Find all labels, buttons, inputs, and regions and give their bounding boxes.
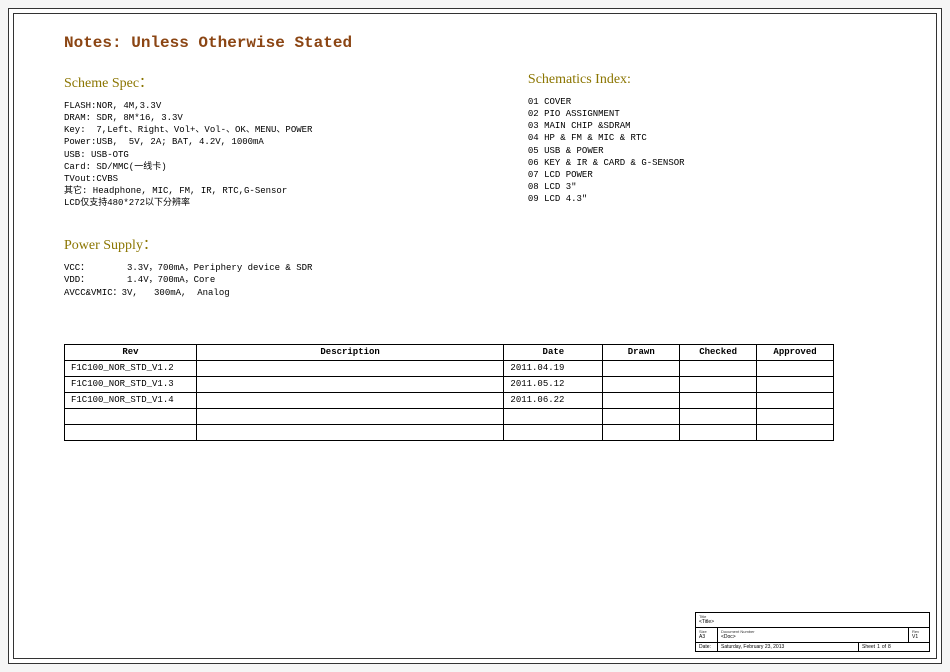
tb-rev: Rev V1	[909, 628, 929, 642]
cell-checked	[680, 424, 757, 440]
header-description: Description	[196, 344, 504, 360]
title-block-row-date: Date: Saturday, February 23, 2013 Sheet …	[696, 643, 929, 652]
tb-date-label-cell: Date:	[696, 643, 718, 652]
power-supply-section: Power Supply： VCC： 3.3V，700mA，Periphery …	[64, 234, 458, 298]
tb-title: Title <Title>	[696, 613, 929, 627]
cell-description	[196, 392, 504, 408]
tb-date-value: Saturday, February 23, 2013	[721, 644, 784, 650]
table-header-row: Rev Description Date Drawn Checked Appro…	[65, 344, 834, 360]
cell-description	[196, 360, 504, 376]
tb-size: Size A3	[696, 628, 718, 642]
tb-sheet-label: Sheet	[862, 644, 875, 651]
cell-drawn	[603, 408, 680, 424]
cell-rev: F1C100_NOR_STD_V1.2	[65, 360, 197, 376]
two-column-layout: Scheme Spec： FLASH:NOR, 4M,3.3V DRAM: SD…	[64, 72, 886, 299]
cell-drawn	[603, 424, 680, 440]
tb-rev-value: V1	[912, 634, 918, 640]
tb-date-value-cell: Saturday, February 23, 2013	[718, 643, 859, 652]
tb-size-value: A3	[699, 634, 705, 640]
header-date: Date	[504, 344, 603, 360]
tb-title-value: <Title>	[699, 619, 714, 625]
revision-table: Rev Description Date Drawn Checked Appro…	[64, 344, 834, 441]
power-supply-text: VCC： 3.3V，700mA，Periphery device & SDR V…	[64, 262, 458, 298]
cell-drawn	[603, 360, 680, 376]
tb-title-label: Title	[699, 614, 926, 619]
inner-frame: Notes: Unless Otherwise Stated Scheme Sp…	[13, 13, 937, 659]
cell-approved	[757, 360, 834, 376]
cell-date	[504, 408, 603, 424]
tb-sheet-cell: Sheet 1 of 8	[859, 643, 929, 652]
cell-date	[504, 424, 603, 440]
cell-approved	[757, 376, 834, 392]
header-approved: Approved	[757, 344, 834, 360]
tb-of-value: 8	[888, 644, 891, 651]
right-column: Schematics Index: 01 COVER 02 PIO ASSIGN…	[498, 72, 886, 299]
table-row	[65, 408, 834, 424]
cell-checked	[680, 360, 757, 376]
cell-approved	[757, 424, 834, 440]
title-block: Title <Title> Size A3 Document Number <D…	[695, 612, 930, 652]
cell-date: 2011.06.22	[504, 392, 603, 408]
content-area: Notes: Unless Otherwise Stated Scheme Sp…	[64, 34, 886, 441]
page-title: Notes: Unless Otherwise Stated	[64, 34, 886, 52]
cell-checked	[680, 376, 757, 392]
schematics-index-header: Schematics Index:	[528, 72, 886, 88]
tb-docnum-value: <Doc>	[721, 634, 736, 640]
title-block-row-doc: Size A3 Document Number <Doc> Rev V1	[696, 628, 929, 643]
tb-docnum: Document Number <Doc>	[718, 628, 909, 642]
tb-of-label: of	[882, 644, 886, 651]
revision-table-body: F1C100_NOR_STD_V1.2 2011.04.19 F1C100_NO…	[65, 360, 834, 440]
left-column: Scheme Spec： FLASH:NOR, 4M,3.3V DRAM: SD…	[64, 72, 458, 299]
header-rev: Rev	[65, 344, 197, 360]
cell-rev	[65, 408, 197, 424]
cell-description	[196, 376, 504, 392]
tb-docnum-label: Document Number	[721, 629, 905, 634]
scheme-spec-text: FLASH:NOR, 4M,3.3V DRAM: SDR, 8M*16, 3.3…	[64, 100, 458, 209]
title-block-row-title: Title <Title>	[696, 613, 929, 628]
tb-sheet-value: 1	[877, 644, 880, 651]
cell-date: 2011.04.19	[504, 360, 603, 376]
header-checked: Checked	[680, 344, 757, 360]
sheet-frame: Notes: Unless Otherwise Stated Scheme Sp…	[8, 8, 942, 664]
cell-drawn	[603, 376, 680, 392]
cell-checked	[680, 408, 757, 424]
cell-drawn	[603, 392, 680, 408]
cell-approved	[757, 392, 834, 408]
table-row: F1C100_NOR_STD_V1.2 2011.04.19	[65, 360, 834, 376]
schematics-index-text: 01 COVER 02 PIO ASSIGNMENT 03 MAIN CHIP …	[528, 96, 886, 205]
cell-rev	[65, 424, 197, 440]
table-row: F1C100_NOR_STD_V1.3 2011.05.12	[65, 376, 834, 392]
cell-description	[196, 408, 504, 424]
cell-rev: F1C100_NOR_STD_V1.4	[65, 392, 197, 408]
header-drawn: Drawn	[603, 344, 680, 360]
table-row	[65, 424, 834, 440]
cell-checked	[680, 392, 757, 408]
tb-date-label: Date:	[699, 644, 711, 650]
scheme-spec-header: Scheme Spec：	[64, 72, 458, 92]
table-row: F1C100_NOR_STD_V1.4 2011.06.22	[65, 392, 834, 408]
cell-rev: F1C100_NOR_STD_V1.3	[65, 376, 197, 392]
cell-description	[196, 424, 504, 440]
cell-date: 2011.05.12	[504, 376, 603, 392]
cell-approved	[757, 408, 834, 424]
power-supply-header: Power Supply：	[64, 234, 458, 254]
